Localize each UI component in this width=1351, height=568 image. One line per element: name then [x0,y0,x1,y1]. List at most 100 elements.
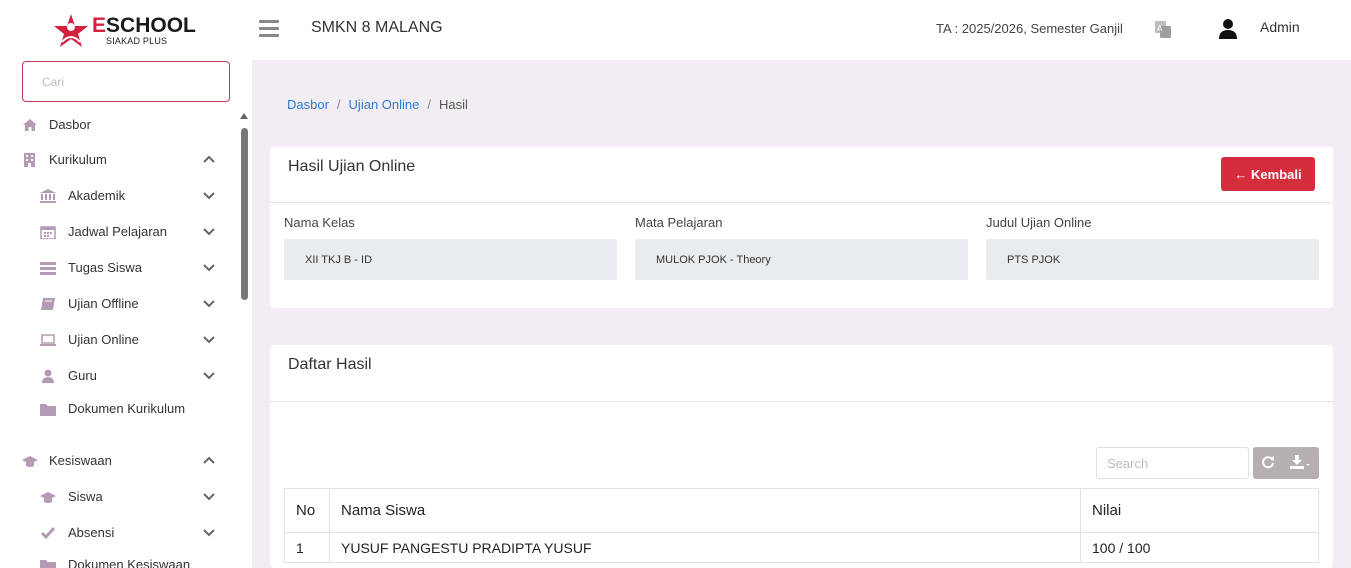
sidebar-scrollbar[interactable] [238,113,250,568]
table-row: 1 YUSUF PANGESTU PRADIPTA YUSUF 100 / 10… [284,532,1319,563]
column-header-nama-siswa[interactable]: Nama Siswa [329,488,1081,533]
results-card: Daftar Hasil No Nama Siswa Nilai 1 YUSUF… [270,345,1333,568]
sidebar-item-akademik[interactable]: Akademik [0,181,236,211]
field-label-mata-pelajaran: Mata Pelajaran [635,215,723,230]
tasks-icon [40,262,56,275]
sidebar-item-guru[interactable]: Guru [0,361,236,391]
column-header-no[interactable]: No [284,488,330,533]
sidebar-item-label: Kurikulum [49,152,107,167]
logo-mark-icon [54,14,88,47]
sidebar-item-dasbor[interactable]: Dasbor [0,110,236,140]
logo-title: ESCHOOL [92,14,196,37]
breadcrumb-dasbor[interactable]: Dasbor [287,97,329,112]
sidebar-item-label: Dokumen Kesiswaan [68,557,191,568]
table-search-input[interactable] [1096,447,1249,479]
refresh-button[interactable] [1253,447,1283,479]
sidebar-item-label: Akademik [68,188,126,203]
language-icon[interactable]: A [1154,19,1172,39]
graduation-cap-icon [22,456,38,467]
calendar-icon [40,226,56,239]
school-name: SMKN 8 MALANG [311,19,443,36]
card-divider [270,202,1333,203]
chevron-down-icon [203,192,215,200]
menu-toggle-icon[interactable] [259,20,279,38]
exam-info-card: Hasil Ujian Online ← Kembali Nama Kelas … [270,147,1333,308]
sidebar-item-label: Kesiswaan [49,453,112,468]
svg-text:A: A [1157,24,1163,33]
refresh-icon [1262,455,1274,468]
column-header-nilai[interactable]: Nilai [1080,488,1319,533]
nama-kelas-field [284,239,617,280]
laptop-icon [40,334,56,346]
folder-icon [40,404,56,416]
sidebar-item-dokumen-kesiswaan[interactable]: Dokumen Kesiswaan [0,550,236,568]
results-table: No Nama Siswa Nilai 1 YUSUF PANGESTU PRA… [284,488,1319,563]
breadcrumb: Dasbor / Ujian Online / Hasil [287,97,468,112]
breadcrumb-separator: / [427,97,431,112]
breadcrumb-current: Hasil [439,97,468,112]
sidebar-item-tugas-siswa[interactable]: Tugas Siswa [0,253,236,283]
table-toolbar [1253,447,1319,479]
sidebar-item-label: Jadwal Pelajaran [68,224,168,239]
sidebar-item-label: Absensi [68,525,115,540]
download-icon [1290,454,1310,469]
top-bar: ESCHOOL SIAKAD PLUS SMKN 8 MALANG TA : 2… [0,0,1351,60]
sidebar-item-absensi[interactable]: Absensi [0,518,236,548]
scrollbar-thumb[interactable] [241,128,248,300]
chevron-down-icon [203,228,215,236]
cell-no: 1 [284,532,330,563]
cell-nilai: 100 / 100 [1080,532,1319,563]
chevron-down-icon [203,529,215,537]
breadcrumb-separator: / [336,97,341,112]
chevron-down-icon [203,336,215,344]
card-divider [270,401,1333,402]
sidebar-item-ujian-online[interactable]: Ujian Online [0,325,236,355]
sidebar-item-siswa[interactable]: Siswa [0,482,236,512]
sidebar-item-label: Tugas Siswa [68,260,142,275]
logo-subtitle: SIAKAD PLUS [106,36,168,46]
sidebar-search-input[interactable] [22,61,230,102]
sidebar-item-label: Guru [68,368,97,383]
sidebar-item-kurikulum[interactable]: Kurikulum [0,145,236,175]
cell-nama-siswa: YUSUF PANGESTU PRADIPTA YUSUF [329,532,1081,563]
graduation-cap-icon [40,492,56,503]
scroll-up-icon[interactable] [240,113,248,119]
user-name[interactable]: Admin [1260,19,1300,35]
sidebar-item-label: Dasbor [49,117,91,132]
sidebar-item-dokumen-kurikulum[interactable]: Dokumen Kurikulum [0,394,236,424]
chevron-down-icon [203,264,215,272]
sidebar-item-ujian-offline[interactable]: Ujian Offline [0,289,236,319]
eschool-logo[interactable]: ESCHOOL SIAKAD PLUS [52,12,196,52]
sidebar-item-label: Ujian Online [68,332,139,347]
chevron-down-icon [203,493,215,501]
check-icon [40,527,56,540]
field-label-judul-ujian: Judul Ujian Online [986,215,1092,230]
table-header-row: No Nama Siswa Nilai [284,488,1319,533]
institution-icon [40,189,56,203]
home-icon [23,119,37,131]
building-icon [24,153,35,167]
chevron-down-icon [203,300,215,308]
judul-ujian-field [986,239,1319,280]
mata-pelajaran-field [635,239,968,280]
arrow-left-icon: ← [1234,166,1248,182]
back-button-label: Kembali [1251,166,1302,182]
card-title: Daftar Hasil [288,356,372,373]
field-label-nama-kelas: Nama Kelas [284,215,355,230]
sidebar: Dasbor Kurikulum Akademik Jadwal Pelajar… [0,60,252,568]
book-icon [41,298,55,310]
sidebar-item-label: Dokumen Kurikulum [68,401,186,416]
card-title: Hasil Ujian Online [288,158,416,175]
chevron-down-icon [203,372,215,380]
user-avatar-icon[interactable] [1218,18,1238,40]
academic-year-label: TA : 2025/2026, Semester Ganjil [936,21,1123,36]
sidebar-item-kesiswaan[interactable]: Kesiswaan [0,446,236,476]
breadcrumb-ujian-online[interactable]: Ujian Online [349,97,420,112]
folder-icon [40,560,56,568]
user-icon [42,369,54,383]
back-button[interactable]: ← Kembali [1221,157,1315,191]
sidebar-item-jadwal-pelajaran[interactable]: Jadwal Pelajaran [0,217,236,247]
export-button[interactable] [1283,447,1319,479]
chevron-up-icon [203,155,215,163]
sidebar-item-label: Siswa [68,489,103,504]
